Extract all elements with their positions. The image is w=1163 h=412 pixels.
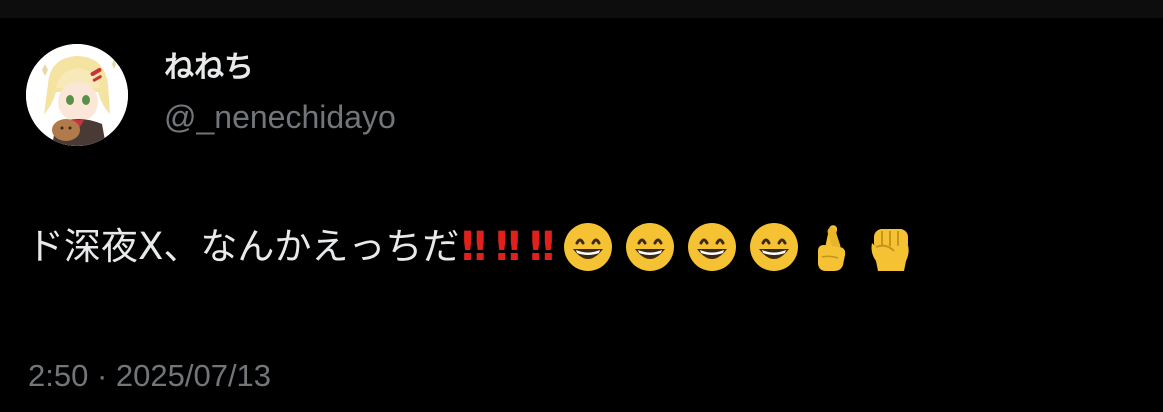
display-name[interactable]: ねねち bbox=[164, 50, 254, 86]
crossed-fingers-icon bbox=[817, 225, 845, 271]
grinning-face-icon bbox=[749, 223, 798, 271]
raised-fist-icon bbox=[871, 229, 909, 271]
avatar[interactable] bbox=[26, 44, 128, 146]
grinning-face-icon bbox=[625, 223, 674, 271]
double-exclamation-icon: ‼ bbox=[529, 224, 555, 270]
post-timestamp[interactable]: 2:50 · 2025/07/13 bbox=[28, 358, 271, 394]
post-body: ド深夜X、なんかえっちだ ‼ ‼ ‼ bbox=[27, 220, 926, 274]
double-exclamation-icon: ‼ bbox=[461, 224, 486, 270]
post: ねねち @_nenechidayo ド深夜X、なんかえっちだ ‼ ‼ ‼ 2:5… bbox=[0, 18, 1163, 412]
avatar-illustration bbox=[26, 44, 128, 146]
double-exclamation-icon: ‼ bbox=[495, 224, 520, 270]
username-handle[interactable]: @_nenechidayo bbox=[164, 98, 396, 136]
top-bar bbox=[0, 0, 1163, 18]
grinning-face-icon bbox=[687, 223, 736, 271]
grinning-face-icon bbox=[563, 223, 612, 271]
post-text: ド深夜X、なんかえっちだ bbox=[27, 225, 460, 268]
